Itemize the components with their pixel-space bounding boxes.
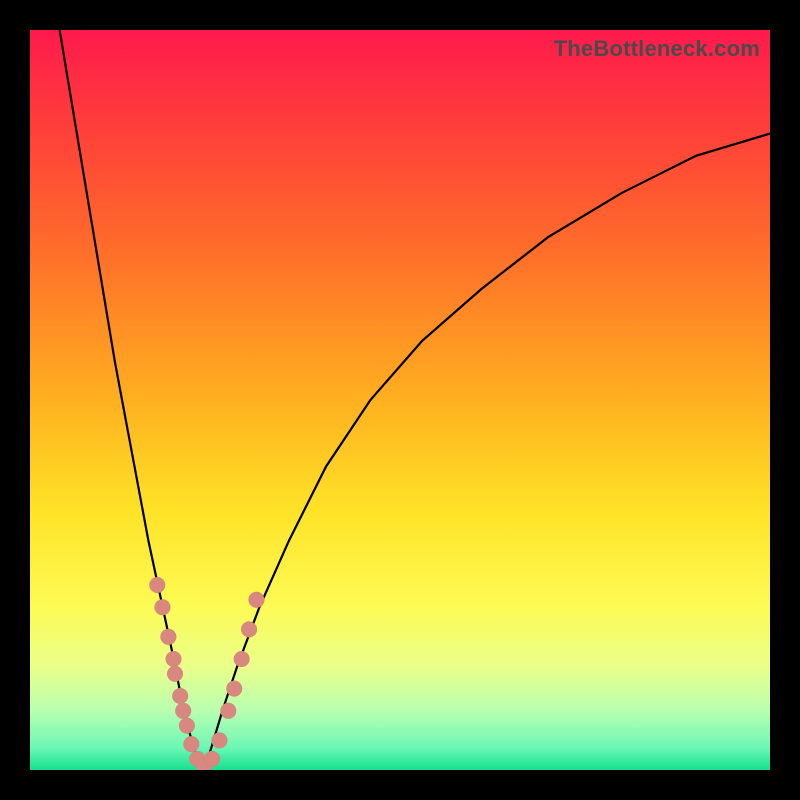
highlight-dot	[234, 651, 250, 667]
plot-area: TheBottleneck.com	[30, 30, 770, 770]
highlight-dot	[241, 621, 257, 637]
highlight-dot	[172, 688, 188, 704]
highlight-dot	[179, 718, 195, 734]
chart-frame: TheBottleneck.com	[0, 0, 800, 800]
right-branch-curve	[204, 134, 770, 770]
highlight-dot	[220, 703, 236, 719]
highlight-dot	[248, 592, 264, 608]
highlight-dots	[149, 577, 264, 770]
highlight-dot	[160, 629, 176, 645]
curve-layer	[30, 30, 770, 770]
highlight-dot	[183, 736, 199, 752]
highlight-dot	[154, 599, 170, 615]
highlight-dot	[226, 681, 242, 697]
highlight-dot	[167, 666, 183, 682]
highlight-dot	[175, 703, 191, 719]
highlight-dot	[204, 751, 220, 767]
highlight-dot	[166, 651, 182, 667]
highlight-dot	[149, 577, 165, 593]
left-branch-curve	[60, 30, 204, 770]
highlight-dot	[211, 732, 227, 748]
